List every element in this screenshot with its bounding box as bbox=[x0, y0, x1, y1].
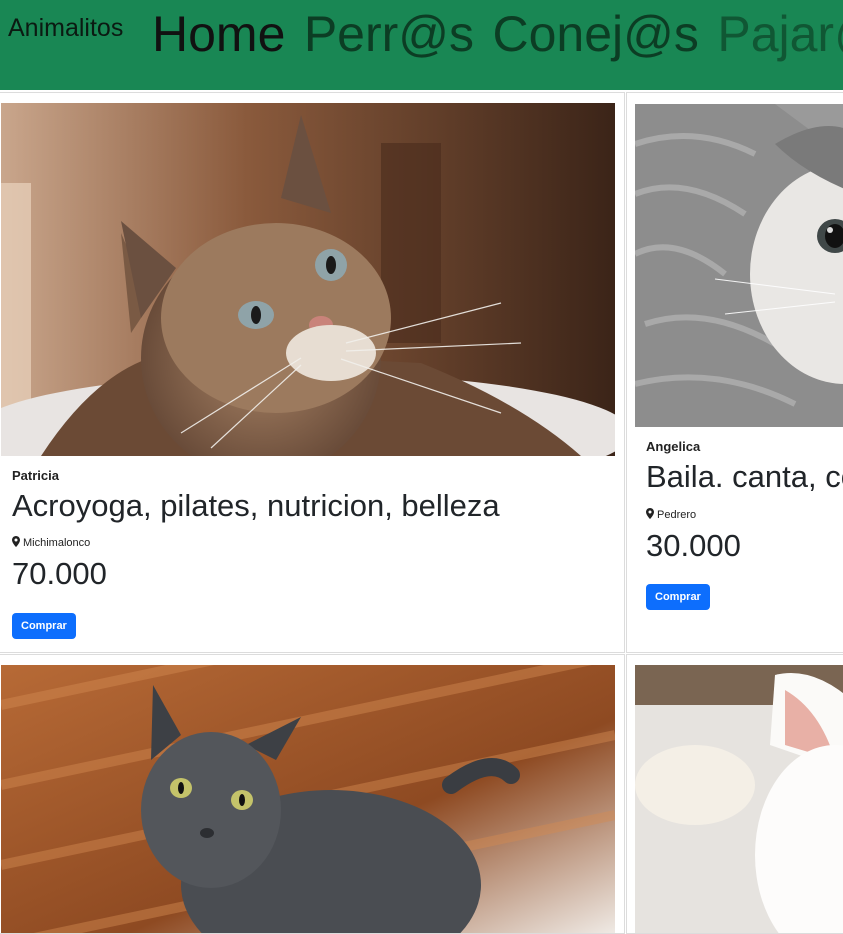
product-card bbox=[626, 654, 843, 934]
card-owner: Angelica bbox=[646, 439, 701, 454]
card-owner: Patricia bbox=[12, 468, 59, 483]
card-price: 70.000 bbox=[12, 556, 107, 591]
navbar: Animalitos Home Perr@s Conej@s Pajar@s bbox=[0, 0, 843, 90]
card-title: Acroyoga, pilates, nutricion, belleza bbox=[12, 488, 500, 523]
product-card: Angelica Baila. canta, co Pedrero 30.000… bbox=[626, 92, 843, 653]
navbar-brand[interactable]: Animalitos bbox=[8, 14, 123, 43]
card-location-text: Pedrero bbox=[657, 509, 697, 521]
card-price: 30.000 bbox=[646, 528, 741, 563]
white-cat-photo bbox=[635, 665, 843, 933]
card-location-text: Michimalonco bbox=[23, 537, 91, 549]
card-title: Baila. canta, co bbox=[646, 459, 843, 494]
map-pin-icon bbox=[646, 508, 654, 519]
product-card: Patricia Acroyoga, pilates, nutricion, b… bbox=[0, 92, 625, 653]
map-pin-icon bbox=[12, 536, 20, 547]
product-card bbox=[0, 654, 625, 934]
grey-cat-in-blanket-photo bbox=[635, 104, 843, 427]
nav-link-home[interactable]: Home bbox=[152, 4, 285, 64]
nav-link-pajaros[interactable]: Pajar@s bbox=[717, 4, 843, 64]
nav-link-perros[interactable]: Perr@s bbox=[304, 4, 474, 64]
card-location: Pedrero bbox=[646, 508, 696, 521]
grey-cat-on-floor-photo bbox=[1, 665, 615, 933]
nav-link-conejos[interactable]: Conej@s bbox=[493, 4, 699, 64]
buy-button[interactable]: Comprar bbox=[12, 613, 76, 639]
tabby-cat-photo bbox=[1, 103, 615, 456]
buy-button[interactable]: Comprar bbox=[646, 584, 710, 610]
nav-links: Home Perr@s Conej@s Pajar@s bbox=[152, 4, 843, 64]
card-location: Michimalonco bbox=[12, 536, 90, 549]
